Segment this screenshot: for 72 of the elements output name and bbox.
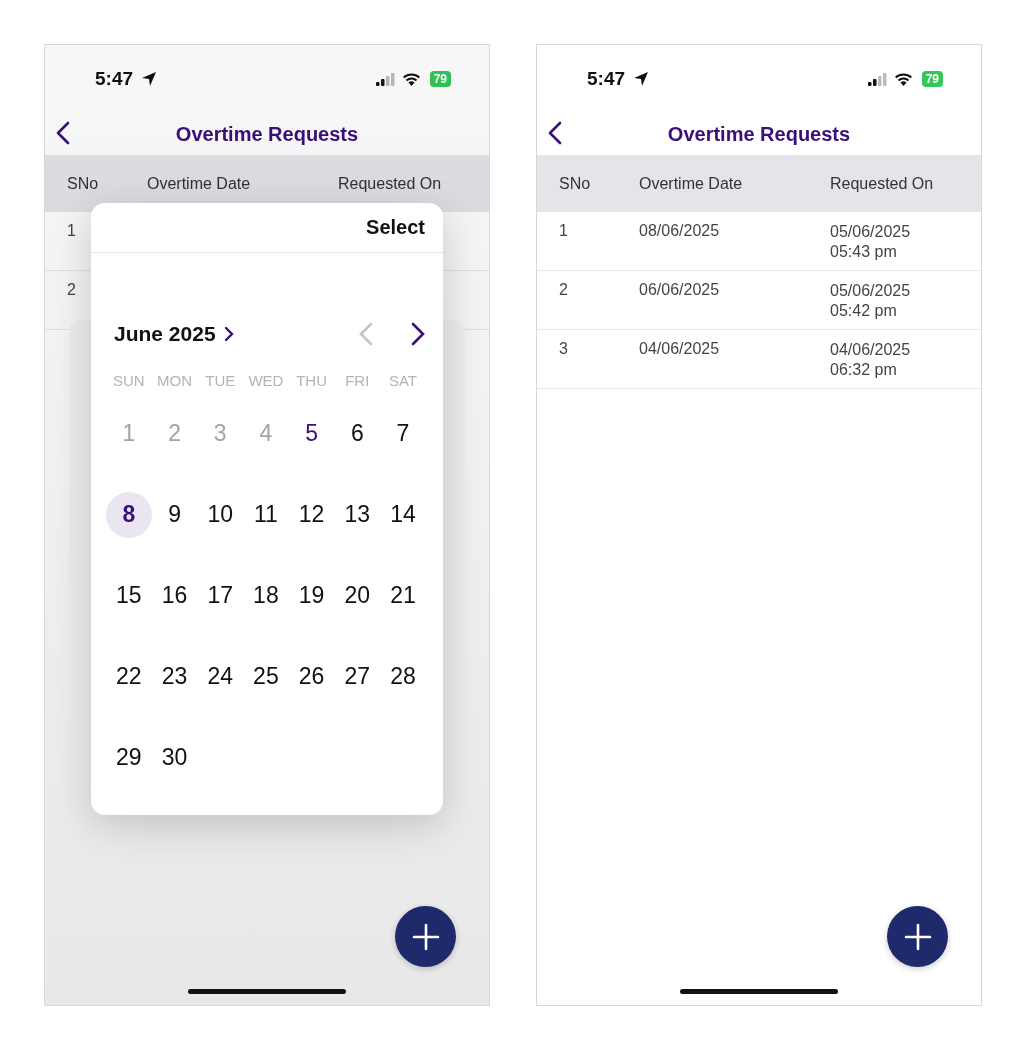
status-time: 5:47 — [95, 68, 134, 90]
signal-icon — [867, 72, 888, 86]
weekday-label: SAT — [387, 372, 418, 389]
status-time: 5:47 — [587, 68, 626, 90]
weekday-label: THU — [295, 372, 328, 389]
battery-level: 79 — [921, 71, 943, 87]
calendar-day[interactable]: 21 — [380, 572, 426, 619]
calendar-day[interactable]: 6 — [334, 410, 381, 457]
chevron-icon — [223, 326, 234, 342]
calendar-day[interactable]: 11 — [243, 491, 289, 538]
table-cell-text: 05/06/2025 05:43 pm — [830, 222, 912, 262]
screen-title: Overtime Requests — [667, 122, 851, 146]
table-cell-text: 04/06/2025 06:32 pm — [830, 340, 912, 380]
table-cell-text: 1 — [558, 222, 569, 240]
calendar-day[interactable]: 26 — [288, 653, 335, 700]
location-arrow-icon — [633, 71, 650, 87]
calendar-day[interactable]: 29 — [106, 734, 152, 781]
add-button[interactable] — [395, 906, 456, 967]
calendar-day[interactable]: 18 — [243, 572, 289, 619]
back-button[interactable] — [56, 121, 70, 145]
calendar-day[interactable]: 14 — [380, 491, 426, 538]
column-header: Requested On — [338, 175, 443, 193]
weekday-label: SUN — [112, 372, 146, 389]
column-header: Overtime Date — [639, 175, 744, 193]
calendar-day[interactable]: 28 — [380, 653, 426, 700]
month-label[interactable]: June 2025 — [114, 322, 216, 346]
calendar-day[interactable]: 22 — [106, 653, 152, 700]
calendar-day[interactable]: 23 — [151, 653, 198, 700]
weekday-label: TUE — [204, 372, 237, 389]
wifi-icon — [893, 72, 913, 86]
table-cell-text: 04/06/2025 — [639, 340, 721, 358]
back-button[interactable] — [548, 121, 562, 145]
weekday-label: FRI — [344, 372, 371, 389]
add-button[interactable] — [887, 906, 948, 967]
calendar-day[interactable]: 30 — [151, 734, 198, 781]
plus-icon — [411, 922, 440, 951]
location-arrow-icon — [141, 71, 158, 87]
calendar-day[interactable]: 19 — [288, 572, 335, 619]
table-cell-text: 1 — [66, 222, 77, 240]
wifi-icon — [401, 72, 421, 86]
screen-title: Overtime Requests — [175, 122, 359, 146]
calendar-day[interactable]: 16 — [151, 572, 198, 619]
calendar-day[interactable]: 9 — [151, 491, 198, 538]
calendar-day[interactable]: 13 — [334, 491, 381, 538]
calendar-day[interactable]: 17 — [197, 572, 244, 619]
table-cell-text: 2 — [558, 281, 569, 299]
calendar-day[interactable]: 7 — [380, 410, 426, 457]
calendar-day[interactable]: 5 — [288, 410, 335, 457]
calendar-day[interactable]: 20 — [334, 572, 381, 619]
weekday-label: WED — [247, 372, 285, 389]
table-cell-text: 05/06/2025 05:42 pm — [830, 281, 912, 321]
column-header: SNo — [66, 175, 100, 193]
calendar-day[interactable]: 10 — [197, 491, 244, 538]
column-header: Requested On — [830, 175, 935, 193]
calendar-day[interactable]: 15 — [106, 572, 152, 619]
calendar-day[interactable]: 27 — [334, 653, 381, 700]
calendar-day[interactable]: 8 — [106, 491, 152, 538]
signal-icon — [375, 72, 396, 86]
table-cell-text: 08/06/2025 — [639, 222, 721, 240]
column-header: Overtime Date — [147, 175, 252, 193]
next-month-button[interactable] — [411, 322, 425, 346]
calendar-day[interactable]: 25 — [243, 653, 289, 700]
plus-icon — [903, 922, 932, 951]
battery-level: 79 — [429, 71, 451, 87]
weekday-label: MON — [156, 372, 194, 389]
table-cell-text: 3 — [558, 340, 569, 358]
table-cell-text: 06/06/2025 — [639, 281, 721, 299]
select-button[interactable]: Select — [366, 216, 425, 239]
calendar-day[interactable]: 12 — [288, 491, 335, 538]
table-cell-text: 2 — [66, 281, 77, 299]
column-header: SNo — [558, 175, 592, 193]
calendar-day[interactable]: 24 — [197, 653, 244, 700]
